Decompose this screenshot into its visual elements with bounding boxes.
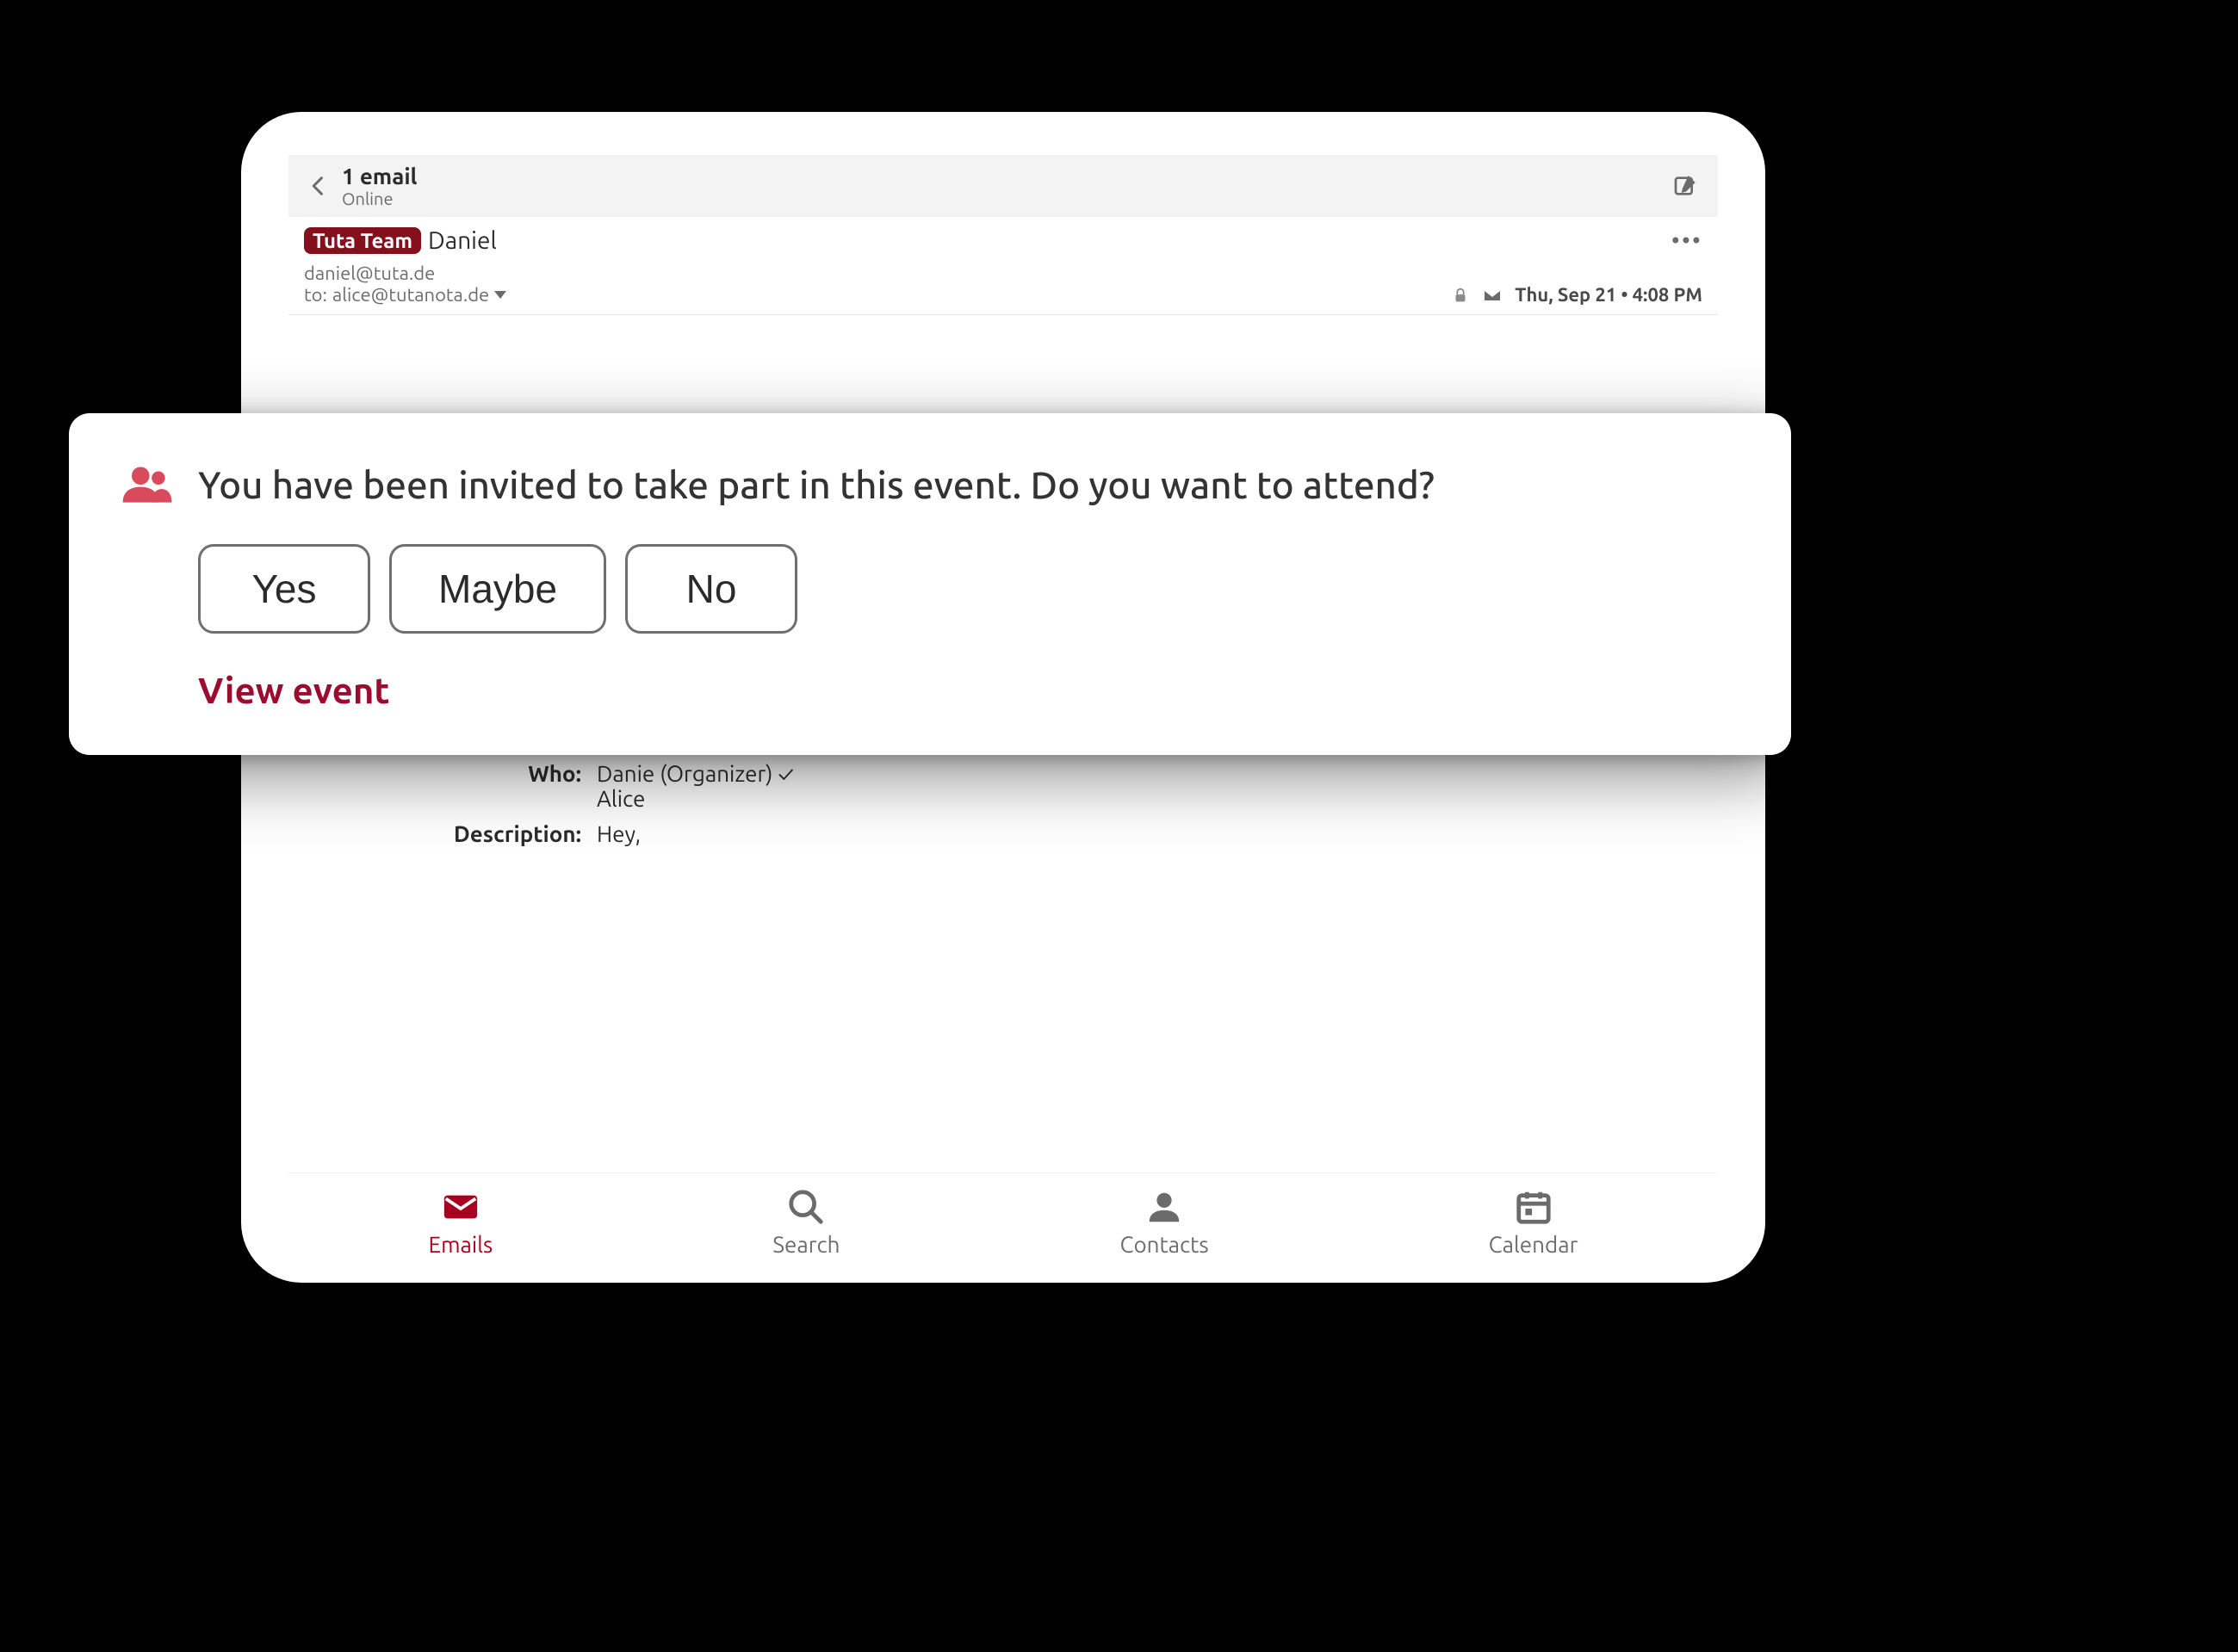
sender-row: Tuta Team Daniel •••	[288, 217, 1718, 257]
sender-badge: Tuta Team	[304, 227, 421, 254]
chevron-left-icon	[307, 174, 331, 198]
detail-value: Hey,	[597, 821, 641, 846]
response-buttons: Yes Maybe No	[198, 544, 1739, 634]
search-icon	[786, 1187, 826, 1227]
response-no-button[interactable]: No	[625, 544, 797, 634]
who-line-2: Alice	[597, 786, 794, 811]
tab-calendar[interactable]: Calendar	[1489, 1187, 1578, 1257]
detail-row-who: Who: Danie (Organizer) ✓ Alice	[304, 756, 1702, 816]
who-line-1: Danie (Organizer) ✓	[597, 761, 794, 786]
header-title-block: 1 email Online	[342, 164, 417, 209]
meta-to-address: alice@tutanota.de	[332, 284, 489, 306]
meta-to-row[interactable]: to: alice@tutanota.de	[304, 284, 506, 306]
detail-label: Who:	[304, 761, 597, 811]
header-title: 1 email	[342, 164, 417, 189]
header-bar: 1 email Online	[288, 155, 1718, 217]
tab-label: Calendar	[1489, 1232, 1578, 1257]
back-button[interactable]	[304, 171, 333, 201]
calendar-icon	[1514, 1187, 1553, 1227]
tab-emails[interactable]: Emails	[429, 1187, 493, 1257]
tab-contacts[interactable]: Contacts	[1120, 1187, 1209, 1257]
sender-name: Daniel	[428, 227, 497, 254]
event-invite-overlay: You have been invited to take part in th…	[69, 413, 1791, 755]
person-icon	[1144, 1187, 1184, 1227]
compose-icon	[1672, 172, 1700, 200]
chevron-down-icon	[494, 291, 506, 299]
email-meta: daniel@tuta.de to: alice@tutanota.de Thu…	[288, 257, 1718, 315]
tab-search[interactable]: Search	[772, 1187, 840, 1257]
tab-label: Search	[772, 1232, 840, 1257]
inbox-icon	[1482, 285, 1503, 306]
detail-label: Description:	[304, 821, 597, 846]
header-subtitle: Online	[342, 189, 417, 208]
response-yes-button[interactable]: Yes	[198, 544, 370, 634]
bottom-tabbar: Emails Search Contacts	[288, 1172, 1718, 1257]
compose-button[interactable]	[1670, 170, 1702, 202]
detail-row-description: Description: Hey,	[304, 816, 1702, 851]
mail-icon	[441, 1187, 480, 1227]
more-menu-button[interactable]: •••	[1671, 227, 1702, 254]
tab-label: Emails	[429, 1232, 493, 1257]
detail-value: Danie (Organizer) ✓ Alice	[597, 761, 794, 811]
response-maybe-button[interactable]: Maybe	[389, 544, 606, 634]
people-icon	[121, 458, 174, 511]
view-event-link[interactable]: View event	[198, 670, 1739, 710]
meta-to-prefix: to:	[304, 284, 327, 306]
invite-question: You have been invited to take part in th…	[198, 461, 1435, 509]
tab-label: Contacts	[1120, 1232, 1209, 1257]
meta-from: daniel@tuta.de	[304, 263, 1702, 284]
meta-date: Thu, Sep 21 • 4:08 PM	[1515, 284, 1702, 306]
lock-icon	[1451, 286, 1470, 305]
